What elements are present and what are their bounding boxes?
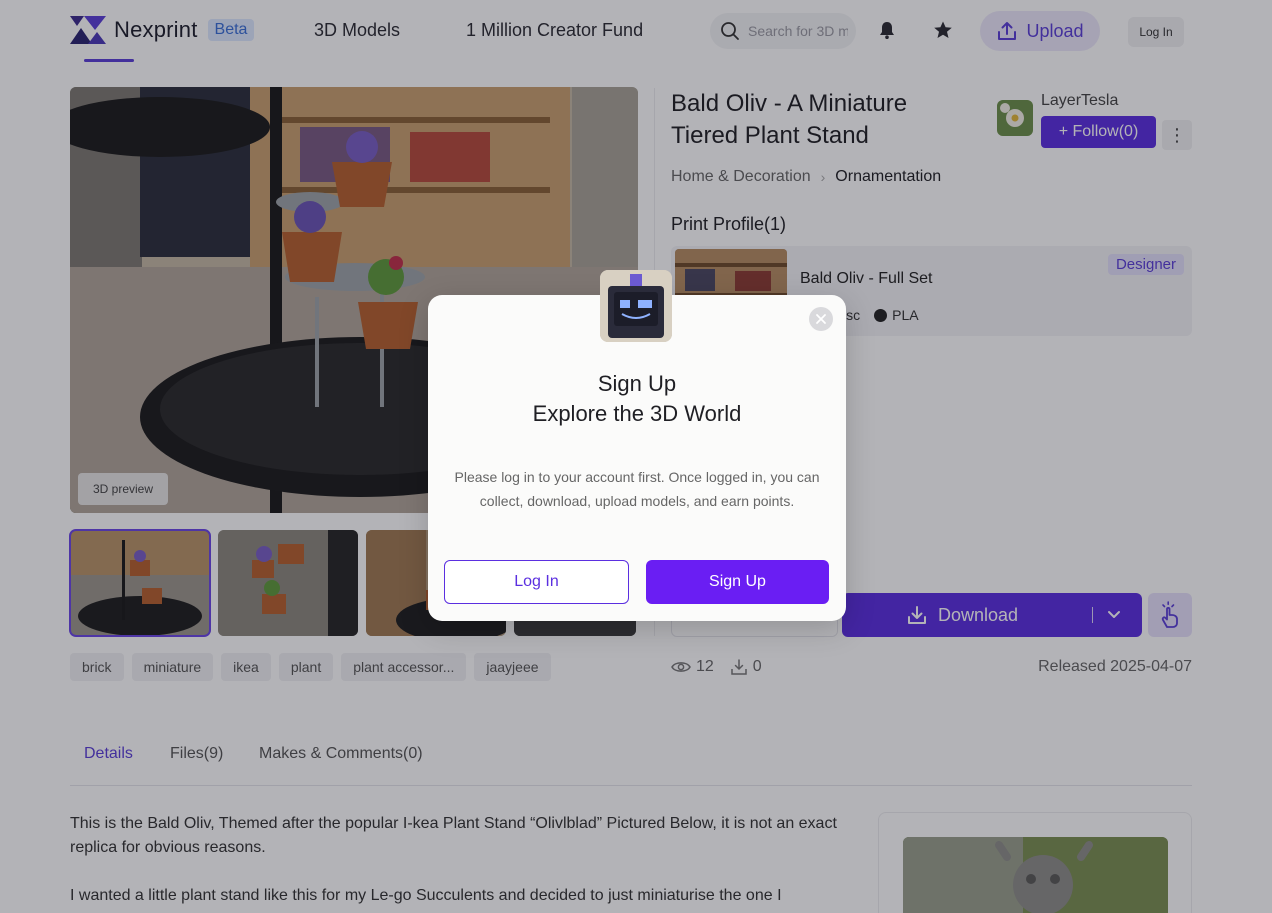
side-gallery-card — [878, 812, 1192, 913]
download-count-icon — [731, 659, 747, 675]
nav-creator-fund[interactable]: 1 Million Creator Fund — [466, 20, 643, 41]
material-label: PLA — [874, 307, 919, 323]
modal-signup-button[interactable]: Sign Up — [646, 560, 829, 604]
3d-preview-button[interactable]: 3D preview — [78, 473, 168, 505]
breadcrumb-subcategory[interactable]: Ornamentation — [835, 168, 941, 186]
star-icon — [934, 21, 952, 38]
bell-icon — [880, 22, 894, 39]
eye-icon — [671, 662, 691, 672]
modal-title-line1: Sign Up — [597, 371, 677, 396]
upload-icon — [998, 22, 1017, 40]
active-tab-indicator — [84, 59, 134, 62]
modal-login-button[interactable]: Log In — [444, 560, 629, 604]
author-name[interactable]: LayerTesla — [1041, 92, 1118, 110]
side-gallery-image[interactable] — [903, 837, 1168, 913]
modal-title-line2: Explore the 3D World — [532, 401, 742, 426]
nexprint-logo-icon — [70, 16, 106, 44]
tab-details[interactable]: Details — [84, 745, 133, 763]
mascot-avatar — [600, 270, 672, 342]
print-profile-heading: Print Profile(1) — [671, 214, 787, 234]
tag-list: brick miniature ikea plant plant accesso… — [70, 653, 551, 681]
description-paragraph: This is the Bald Oliv, Themed after the … — [70, 815, 837, 856]
upload-label: Upload — [1026, 20, 1084, 41]
favorites-button[interactable] — [931, 18, 955, 42]
description-paragraph: I wanted a little plant stand like this … — [70, 887, 782, 904]
tag[interactable]: ikea — [221, 653, 271, 681]
signup-modal: Sign Up Explore the 3D World Please log … — [428, 270, 846, 621]
upload-button[interactable]: Upload — [980, 11, 1100, 51]
download-label: Download — [937, 604, 1019, 625]
tag[interactable]: plant — [278, 653, 334, 681]
tab-makes-comments[interactable]: Makes & Comments(0) — [259, 745, 423, 763]
close-modal-button[interactable] — [809, 307, 833, 331]
profile-meta: isc PLA — [843, 307, 919, 323]
nav-3d-models[interactable]: 3D Models — [314, 20, 400, 41]
tag[interactable]: plant accessor... — [341, 653, 467, 681]
designer-badge: Designer — [1107, 254, 1184, 275]
category-breadcrumb: Home & Decoration › Ornamentation — [671, 168, 941, 186]
search-input[interactable] — [748, 23, 848, 39]
download-icon — [907, 606, 926, 624]
chevron-right-icon: › — [820, 169, 826, 185]
modal-title: Sign Up Explore the 3D World — [428, 369, 846, 429]
model-stats: 12 0 — [671, 658, 762, 676]
profile-name: Bald Oliv - Full Set — [800, 270, 933, 287]
search-box[interactable] — [710, 13, 856, 49]
material-color-dot-icon — [874, 309, 888, 322]
follow-button[interactable]: + Follow(0) — [1041, 116, 1156, 148]
thumbnail-2[interactable] — [218, 530, 358, 636]
close-icon — [816, 314, 826, 324]
views-count: 12 — [671, 658, 714, 676]
breadcrumb-category[interactable]: Home & Decoration — [671, 168, 811, 186]
brand-name: Nexprint — [114, 17, 198, 42]
downloads-count: 0 — [730, 658, 762, 676]
more-options-button[interactable]: ⋮ — [1162, 120, 1192, 150]
chevron-down-icon[interactable] — [1107, 610, 1121, 620]
thumbnail-1[interactable] — [69, 529, 211, 637]
model-title: Bald Oliv - A Miniature Tiered Plant Sta… — [671, 90, 908, 149]
modal-message: Please log in to your account first. Onc… — [454, 469, 820, 509]
more-vertical-icon: ⋮ — [1168, 124, 1186, 145]
detail-tabs: Details Files(9) Makes & Comments(0) — [70, 724, 1192, 786]
tag[interactable]: miniature — [131, 653, 214, 681]
brand-logo[interactable]: Nexprint Beta — [70, 16, 255, 44]
top-header: Nexprint Beta 3D Models 1 Million Creato… — [0, 0, 1272, 64]
author-avatar[interactable] — [997, 100, 1033, 136]
beta-badge: Beta — [207, 19, 255, 41]
download-separator — [1092, 607, 1093, 623]
pointer-hand-icon — [1161, 601, 1178, 628]
header-login-button[interactable]: Log In — [1128, 17, 1184, 47]
tag[interactable]: brick — [70, 653, 124, 681]
tab-files[interactable]: Files(9) — [170, 745, 223, 763]
release-date: Released 2025-04-07 — [1038, 658, 1192, 675]
download-main[interactable]: Download — [842, 604, 1082, 626]
download-button[interactable]: Download — [842, 593, 1142, 637]
model-description: This is the Bald Oliv, Themed after the … — [70, 812, 840, 913]
tag[interactable]: jaayjeee — [474, 653, 551, 681]
search-icon — [721, 22, 739, 40]
boost-button[interactable] — [1148, 593, 1192, 637]
notifications-button[interactable] — [875, 18, 899, 42]
